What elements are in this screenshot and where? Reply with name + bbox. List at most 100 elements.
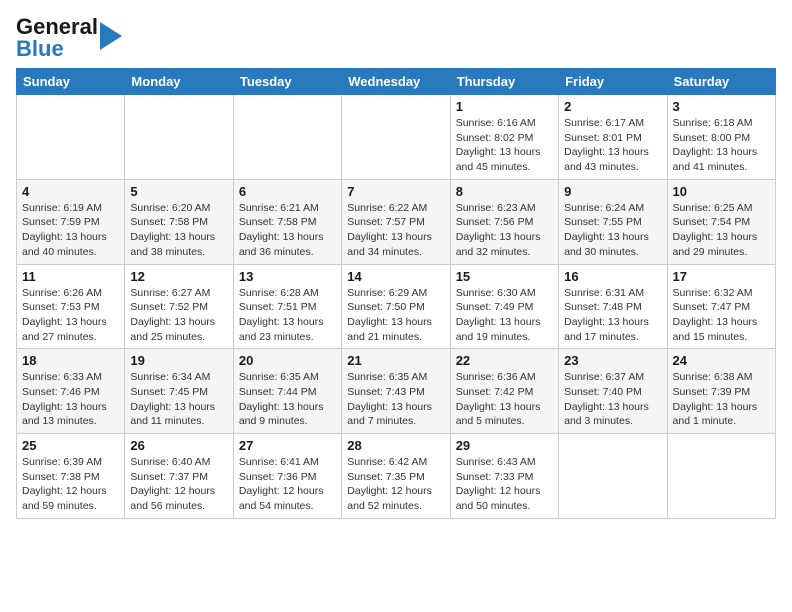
day-number: 7 — [347, 184, 444, 199]
day-info: Sunrise: 6:27 AMSunset: 7:52 PMDaylight:… — [130, 286, 227, 345]
day-info: Sunrise: 6:17 AMSunset: 8:01 PMDaylight:… — [564, 116, 661, 175]
day-info: Sunrise: 6:39 AMSunset: 7:38 PMDaylight:… — [22, 455, 119, 514]
day-number: 26 — [130, 438, 227, 453]
calendar-cell: 18 Sunrise: 6:33 AMSunset: 7:46 PMDayligh… — [17, 349, 125, 434]
calendar-cell: 24Sunrise: 6:38 AMSunset: 7:39 PMDayligh… — [667, 349, 775, 434]
day-number: 29 — [456, 438, 553, 453]
header-friday: Friday — [559, 69, 667, 95]
calendar-cell: 3 Sunrise: 6:18 AMSunset: 8:00 PMDaylight… — [667, 95, 775, 180]
day-info: Sunrise: 6:40 AMSunset: 7:37 PMDaylight:… — [130, 455, 227, 514]
calendar-cell: 1 Sunrise: 6:16 AMSunset: 8:02 PMDaylight… — [450, 95, 558, 180]
calendar-cell — [17, 95, 125, 180]
calendar-cell: 12 Sunrise: 6:27 AMSunset: 7:52 PMDayligh… — [125, 264, 233, 349]
day-info: Sunrise: 6:32 AMSunset: 7:47 PMDaylight:… — [673, 286, 770, 345]
calendar-header-row: SundayMondayTuesdayWednesdayThursdayFrid… — [17, 69, 776, 95]
day-number: 9 — [564, 184, 661, 199]
day-number: 3 — [673, 99, 770, 114]
day-info: Sunrise: 6:19 AMSunset: 7:59 PMDaylight:… — [22, 201, 119, 260]
calendar-cell: 23 Sunrise: 6:37 AMSunset: 7:40 PMDayligh… — [559, 349, 667, 434]
calendar-cell: 16 Sunrise: 6:31 AMSunset: 7:48 PMDayligh… — [559, 264, 667, 349]
day-number: 11 — [22, 269, 119, 284]
day-number: 10 — [673, 184, 770, 199]
day-number: 17 — [673, 269, 770, 284]
day-number: 6 — [239, 184, 336, 199]
logo: General Blue — [16, 16, 122, 60]
day-number: 23 — [564, 353, 661, 368]
day-info: Sunrise: 6:34 AMSunset: 7:45 PMDaylight:… — [130, 370, 227, 429]
calendar-cell: 21Sunrise: 6:35 AMSunset: 7:43 PMDayligh… — [342, 349, 450, 434]
week-row-3: 11 Sunrise: 6:26 AMSunset: 7:53 PMDayligh… — [17, 264, 776, 349]
calendar-table: SundayMondayTuesdayWednesdayThursdayFrid… — [16, 68, 776, 519]
day-info: Sunrise: 6:20 AMSunset: 7:58 PMDaylight:… — [130, 201, 227, 260]
header-thursday: Thursday — [450, 69, 558, 95]
day-number: 2 — [564, 99, 661, 114]
day-number: 16 — [564, 269, 661, 284]
calendar-cell: 6 Sunrise: 6:21 AMSunset: 7:58 PMDaylight… — [233, 179, 341, 264]
day-info: Sunrise: 6:18 AMSunset: 8:00 PMDaylight:… — [673, 116, 770, 175]
calendar-cell: 10 Sunrise: 6:25 AMSunset: 7:54 PMDayligh… — [667, 179, 775, 264]
day-info: Sunrise: 6:23 AMSunset: 7:56 PMDaylight:… — [456, 201, 553, 260]
calendar-cell: 5 Sunrise: 6:20 AMSunset: 7:58 PMDaylight… — [125, 179, 233, 264]
day-info: Sunrise: 6:43 AMSunset: 7:33 PMDaylight:… — [456, 455, 553, 514]
day-number: 8 — [456, 184, 553, 199]
week-row-5: 25 Sunrise: 6:39 AMSunset: 7:38 PMDayligh… — [17, 434, 776, 519]
day-info: Sunrise: 6:37 AMSunset: 7:40 PMDaylight:… — [564, 370, 661, 429]
day-info: Sunrise: 6:30 AMSunset: 7:49 PMDaylight:… — [456, 286, 553, 345]
calendar-cell: 20Sunrise: 6:35 AMSunset: 7:44 PMDayligh… — [233, 349, 341, 434]
day-info: Sunrise: 6:16 AMSunset: 8:02 PMDaylight:… — [456, 116, 553, 175]
calendar-cell: 15 Sunrise: 6:30 AMSunset: 7:49 PMDayligh… — [450, 264, 558, 349]
calendar-cell: 19 Sunrise: 6:34 AMSunset: 7:45 PMDayligh… — [125, 349, 233, 434]
day-number: 20 — [239, 353, 336, 368]
calendar-cell: 28 Sunrise: 6:42 AMSunset: 7:35 PMDayligh… — [342, 434, 450, 519]
day-info: Sunrise: 6:41 AMSunset: 7:36 PMDaylight:… — [239, 455, 336, 514]
calendar-cell: 26 Sunrise: 6:40 AMSunset: 7:37 PMDayligh… — [125, 434, 233, 519]
day-info: Sunrise: 6:25 AMSunset: 7:54 PMDaylight:… — [673, 201, 770, 260]
day-number: 4 — [22, 184, 119, 199]
day-info: Sunrise: 6:28 AMSunset: 7:51 PMDaylight:… — [239, 286, 336, 345]
day-number: 15 — [456, 269, 553, 284]
day-info: Sunrise: 6:26 AMSunset: 7:53 PMDaylight:… — [22, 286, 119, 345]
day-number: 22 — [456, 353, 553, 368]
day-info: Sunrise: 6:22 AMSunset: 7:57 PMDaylight:… — [347, 201, 444, 260]
day-info: Sunrise: 6:31 AMSunset: 7:48 PMDaylight:… — [564, 286, 661, 345]
calendar-cell: 29 Sunrise: 6:43 AMSunset: 7:33 PMDayligh… — [450, 434, 558, 519]
logo-arrow-icon — [100, 22, 122, 50]
calendar-cell: 2 Sunrise: 6:17 AMSunset: 8:01 PMDaylight… — [559, 95, 667, 180]
day-number: 12 — [130, 269, 227, 284]
calendar-cell: 22 Sunrise: 6:36 AMSunset: 7:42 PMDayligh… — [450, 349, 558, 434]
week-row-2: 4 Sunrise: 6:19 AMSunset: 7:59 PMDaylight… — [17, 179, 776, 264]
calendar-cell: 11 Sunrise: 6:26 AMSunset: 7:53 PMDayligh… — [17, 264, 125, 349]
calendar-cell: 14Sunrise: 6:29 AMSunset: 7:50 PMDayligh… — [342, 264, 450, 349]
calendar-cell: 4 Sunrise: 6:19 AMSunset: 7:59 PMDaylight… — [17, 179, 125, 264]
day-info: Sunrise: 6:36 AMSunset: 7:42 PMDaylight:… — [456, 370, 553, 429]
day-number: 28 — [347, 438, 444, 453]
calendar-cell: 7 Sunrise: 6:22 AMSunset: 7:57 PMDaylight… — [342, 179, 450, 264]
calendar-cell: 13 Sunrise: 6:28 AMSunset: 7:51 PMDayligh… — [233, 264, 341, 349]
header-wednesday: Wednesday — [342, 69, 450, 95]
calendar-cell — [559, 434, 667, 519]
logo-text: General Blue — [16, 16, 98, 60]
calendar-cell — [233, 95, 341, 180]
day-number: 24 — [673, 353, 770, 368]
calendar-cell — [125, 95, 233, 180]
day-info: Sunrise: 6:42 AMSunset: 7:35 PMDaylight:… — [347, 455, 444, 514]
header-tuesday: Tuesday — [233, 69, 341, 95]
day-number: 14 — [347, 269, 444, 284]
day-number: 27 — [239, 438, 336, 453]
week-row-4: 18 Sunrise: 6:33 AMSunset: 7:46 PMDayligh… — [17, 349, 776, 434]
calendar-cell — [667, 434, 775, 519]
calendar-cell: 17 Sunrise: 6:32 AMSunset: 7:47 PMDayligh… — [667, 264, 775, 349]
day-number: 5 — [130, 184, 227, 199]
day-number: 25 — [22, 438, 119, 453]
day-number: 13 — [239, 269, 336, 284]
week-row-1: 1 Sunrise: 6:16 AMSunset: 8:02 PMDaylight… — [17, 95, 776, 180]
day-info: Sunrise: 6:21 AMSunset: 7:58 PMDaylight:… — [239, 201, 336, 260]
day-number: 18 — [22, 353, 119, 368]
header: General Blue — [16, 16, 776, 60]
header-sunday: Sunday — [17, 69, 125, 95]
header-monday: Monday — [125, 69, 233, 95]
calendar-cell: 8 Sunrise: 6:23 AMSunset: 7:56 PMDaylight… — [450, 179, 558, 264]
day-number: 19 — [130, 353, 227, 368]
day-info: Sunrise: 6:33 AMSunset: 7:46 PMDaylight:… — [22, 370, 119, 429]
day-number: 1 — [456, 99, 553, 114]
